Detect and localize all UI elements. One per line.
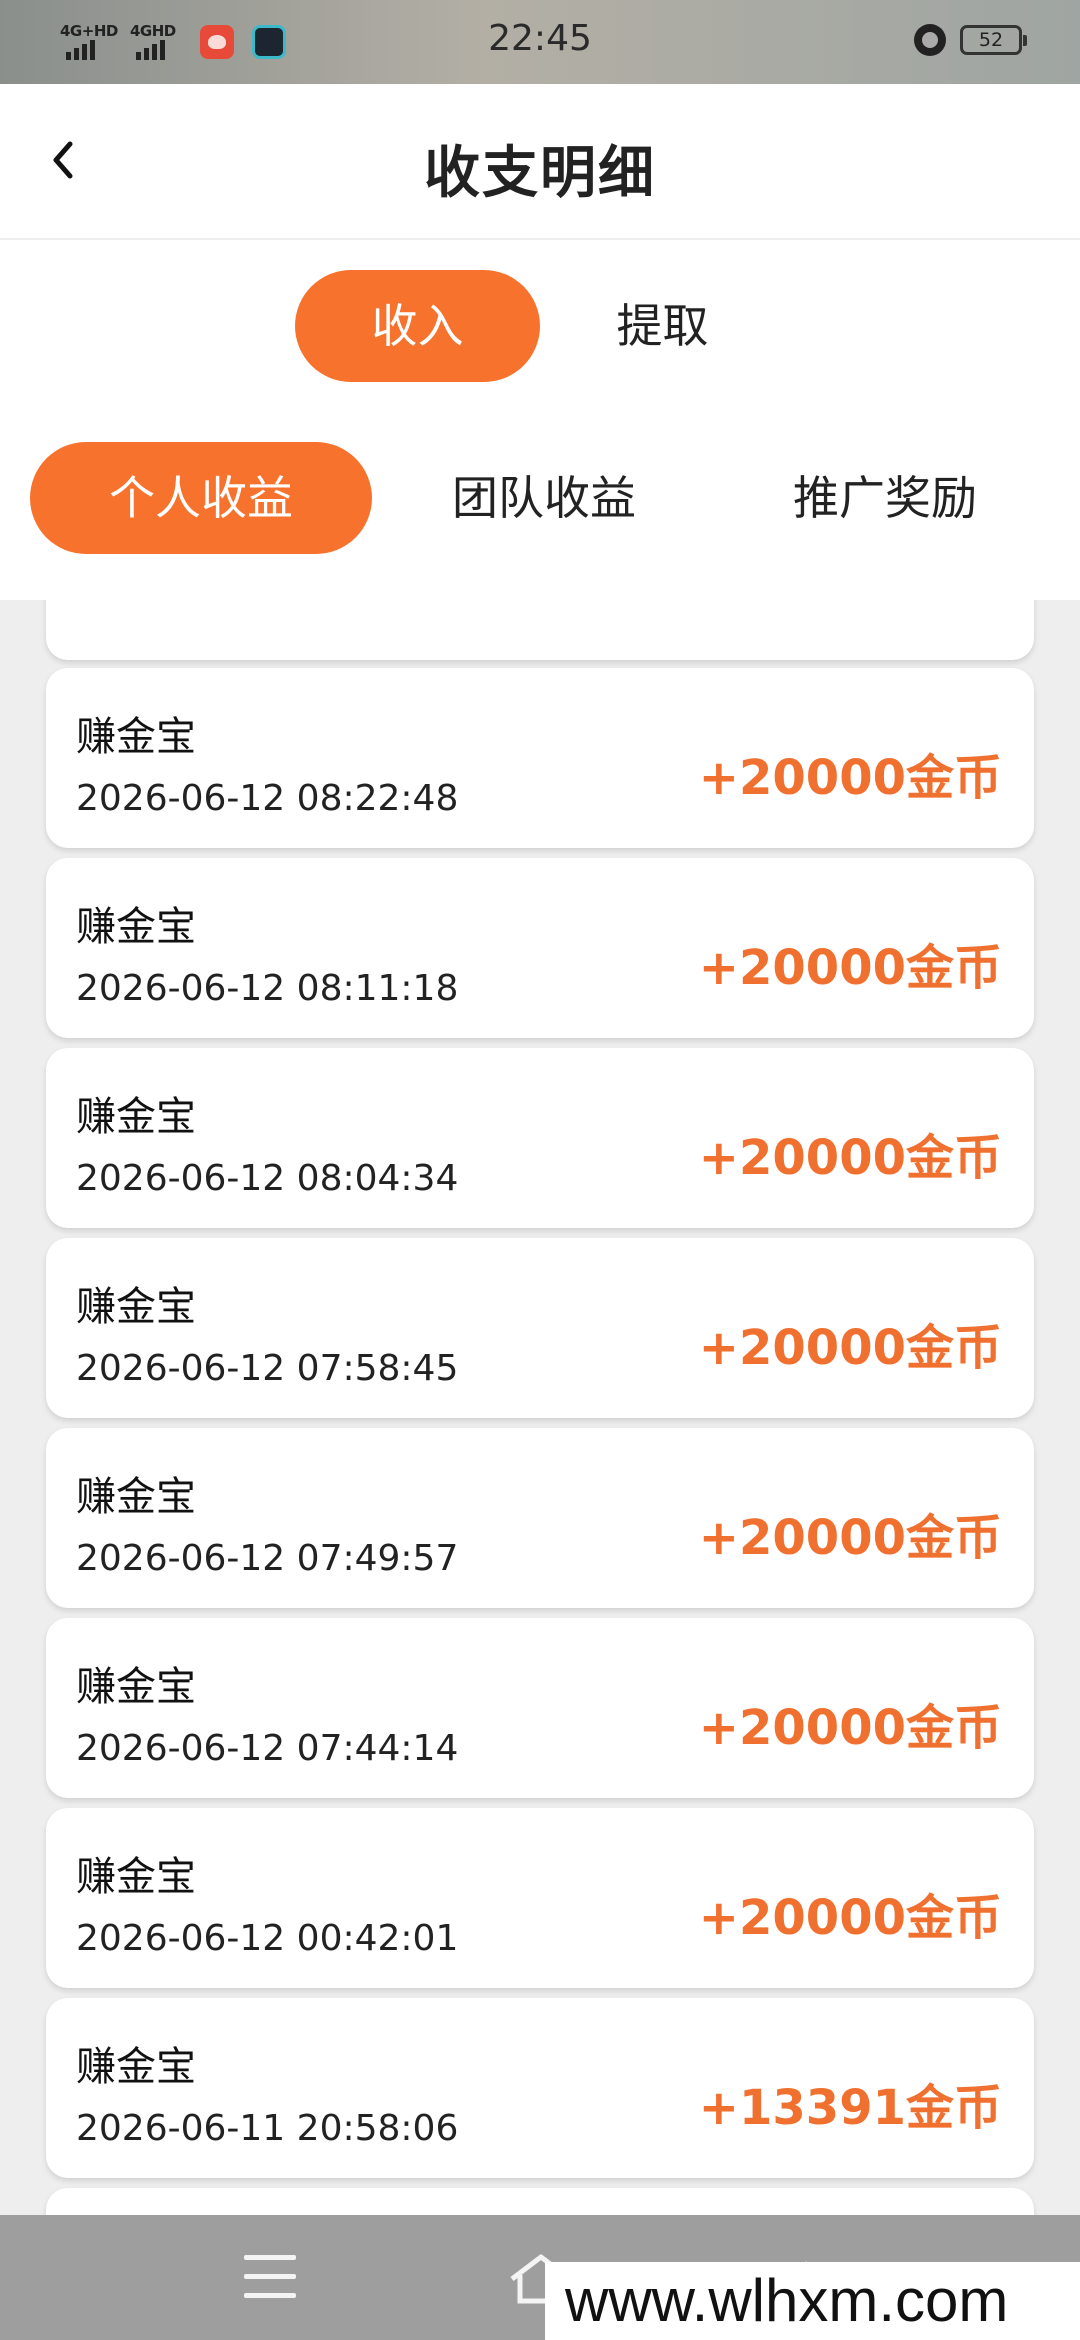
record-name: 赚金宝 xyxy=(76,714,196,760)
list-item[interactable] xyxy=(46,600,1034,660)
tab-area: 收入 提取 个人收益 团队收益 推广奖励 xyxy=(0,240,1080,600)
subtab-team-earnings[interactable]: 团队收益 xyxy=(398,442,690,554)
record-time: 2026-06-12 08:22:48 xyxy=(76,778,459,819)
record-time: 2026-06-12 08:11:18 xyxy=(76,968,459,1009)
list-item[interactable]: 赚金宝 2026-06-12 08:22:48 +20000金币 xyxy=(46,668,1034,848)
record-name: 赚金宝 xyxy=(76,1094,196,1140)
record-amount: +20000金币 xyxy=(698,1130,1002,1186)
list-item[interactable]: 赚金宝 2026-06-12 08:11:18 +20000金币 xyxy=(46,858,1034,1038)
record-amount: +13391金币 xyxy=(698,2080,1002,2136)
record-amount: +20000金币 xyxy=(698,1890,1002,1946)
status-right: 52 xyxy=(914,24,1027,56)
record-amount: +20000金币 xyxy=(698,750,1002,806)
record-time: 2026-06-12 07:44:14 xyxy=(76,1728,459,1769)
tab-income[interactable]: 收入 xyxy=(295,270,540,382)
list-item[interactable]: 赚金宝 2026-06-12 07:58:45 +20000金币 xyxy=(46,1238,1034,1418)
record-time: 2026-06-12 07:58:45 xyxy=(76,1348,459,1389)
record-time: 2026-06-11 20:58:06 xyxy=(76,2108,459,2149)
record-name: 赚金宝 xyxy=(76,904,196,950)
record-amount: +20000金币 xyxy=(698,1510,1002,1566)
record-amount: +20000金币 xyxy=(698,1320,1002,1376)
menu-icon[interactable] xyxy=(244,2255,296,2299)
page-title: 收支明细 xyxy=(424,141,656,206)
record-list[interactable]: 赚金宝 2026-06-12 08:22:48 +20000金币 赚金宝 202… xyxy=(0,600,1080,2215)
list-item[interactable]: 赚金宝 2026-06-11 20:58:06 +13391金币 xyxy=(46,1998,1034,2178)
battery-icon: 52 xyxy=(960,25,1027,55)
record-amount: +20000金币 xyxy=(698,940,1002,996)
record-time: 2026-06-12 07:49:57 xyxy=(76,1538,459,1579)
watermark: www.wlhxm.com xyxy=(545,2262,1080,2340)
record-name: 赚金宝 xyxy=(76,2044,196,2090)
list-item[interactable] xyxy=(46,2188,1034,2215)
record-time: 2026-06-12 08:04:34 xyxy=(76,1158,459,1199)
list-item[interactable]: 赚金宝 2026-06-12 08:04:34 +20000金币 xyxy=(46,1048,1034,1228)
record-name: 赚金宝 xyxy=(76,1474,196,1520)
record-name: 赚金宝 xyxy=(76,1664,196,1710)
app-screen: 4G+HD 4GHD 22:45 52 收支明细 收入 提取 个人收益 团队收益… xyxy=(0,0,1080,2340)
record-name: 赚金宝 xyxy=(76,1284,196,1330)
list-item[interactable]: 赚金宝 2026-06-12 07:44:14 +20000金币 xyxy=(46,1618,1034,1798)
record-name: 赚金宝 xyxy=(76,1854,196,1900)
list-item[interactable]: 赚金宝 2026-06-12 00:42:01 +20000金币 xyxy=(46,1808,1034,1988)
header: 收支明细 xyxy=(0,84,1080,240)
subtab-promotion-rewards[interactable]: 推广奖励 xyxy=(740,442,1030,554)
record-time: 2026-06-12 00:42:01 xyxy=(76,1918,459,1959)
status-bar: 4G+HD 4GHD 22:45 52 xyxy=(0,0,1080,84)
subtab-personal-earnings[interactable]: 个人收益 xyxy=(30,442,372,554)
tab-withdraw[interactable]: 提取 xyxy=(560,270,765,382)
record-amount: +20000金币 xyxy=(698,1700,1002,1756)
list-item[interactable]: 赚金宝 2026-06-12 07:49:57 +20000金币 xyxy=(46,1428,1034,1608)
alarm-icon xyxy=(914,24,946,56)
